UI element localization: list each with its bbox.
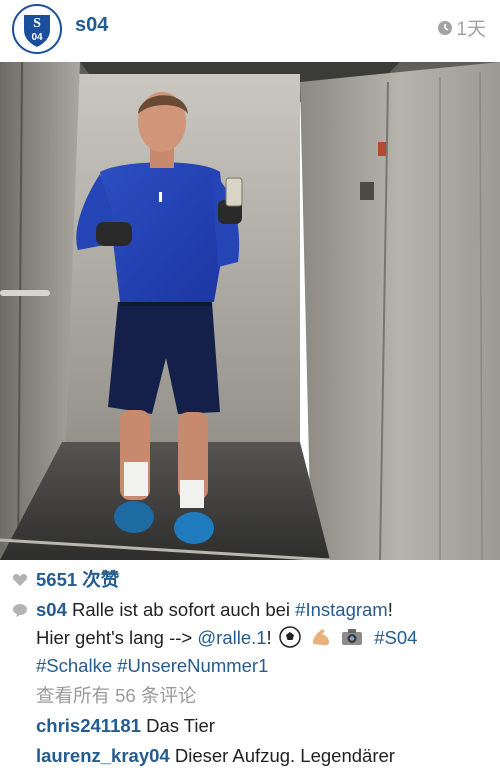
caption-text-2: Hier geht's lang --> xyxy=(36,627,198,648)
comment-username[interactable]: chris241181 xyxy=(36,715,141,736)
view-all-comments-link[interactable]: 查看所有 56 条评论 xyxy=(36,684,196,708)
time-label: 1天 xyxy=(456,19,486,40)
post-header: S 04 s04 1天 xyxy=(0,0,500,62)
mention-ralle[interactable]: @ralle.1 xyxy=(197,627,266,648)
caption: s04 Ralle ist ab sofort auch bei #Instag… xyxy=(12,598,492,622)
heart-icon xyxy=(12,574,28,586)
soccer-ball-icon xyxy=(279,626,301,648)
post-username[interactable]: s04 xyxy=(75,14,108,37)
caption-line-2: Hier geht's lang --> @ralle.1! #S04 xyxy=(36,626,417,650)
schalke-logo-icon: S 04 xyxy=(16,8,58,50)
hashtag-schalke[interactable]: #Schalke xyxy=(36,655,112,676)
comment-item: laurenz_kray04 Dieser Aufzug. Legendärer xyxy=(36,744,395,768)
camera-icon xyxy=(342,629,363,645)
caption-text-2-end: ! xyxy=(266,627,277,648)
comment-item: chris241181 Das Tier xyxy=(36,714,215,738)
caption-text-1-end: ! xyxy=(387,599,393,620)
likes-row[interactable]: 5651 次赞 xyxy=(12,568,119,592)
post-time: 1天 xyxy=(437,14,486,41)
caption-username[interactable]: s04 xyxy=(36,599,67,620)
likes-count: 5651 xyxy=(36,569,78,590)
caption-text-1: Ralle ist ab sofort auch bei xyxy=(72,599,291,620)
caption-line-3: #Schalke #UnsereNummer1 xyxy=(36,654,268,678)
svg-text:04: 04 xyxy=(31,32,43,43)
comment-text: Dieser Aufzug. Legendärer xyxy=(174,745,395,766)
svg-text:S: S xyxy=(33,16,41,31)
flexed-biceps-icon xyxy=(312,629,329,646)
avatar[interactable]: S 04 xyxy=(12,4,62,54)
comment-username[interactable]: laurenz_kray04 xyxy=(36,745,170,766)
post-photo[interactable] xyxy=(0,62,500,560)
comment-text: Das Tier xyxy=(146,715,215,736)
clock-icon xyxy=(438,20,453,35)
comment-icon xyxy=(13,604,27,617)
hashtag-instagram[interactable]: #Instagram xyxy=(295,599,388,620)
likes-label: 次赞 xyxy=(82,569,120,590)
hashtag-s04[interactable]: #S04 xyxy=(374,627,417,648)
hashtag-unserenummer1[interactable]: #UnsereNummer1 xyxy=(117,655,268,676)
